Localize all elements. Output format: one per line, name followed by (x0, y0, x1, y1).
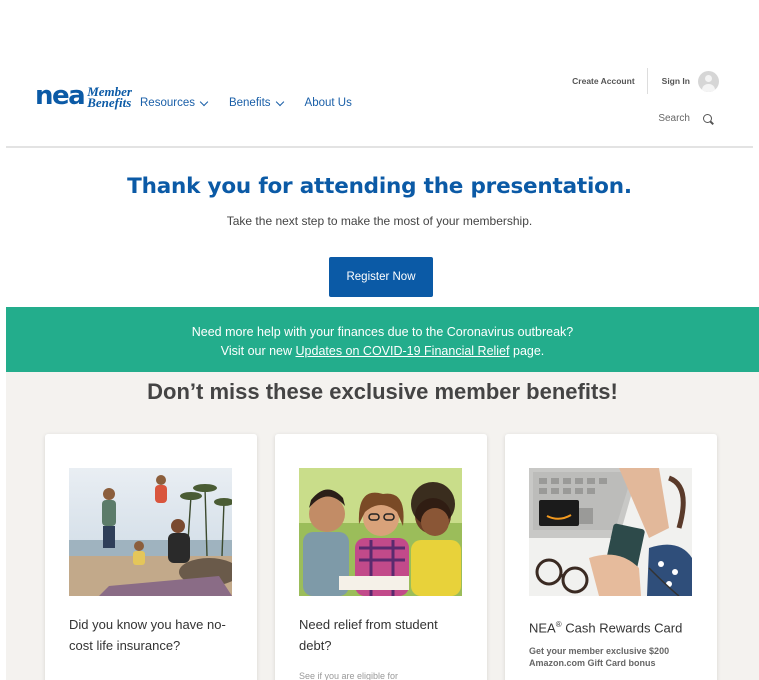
search-label[interactable]: Search (658, 113, 690, 124)
register-now-button[interactable]: Register Now (329, 257, 433, 297)
utility-divider (646, 68, 648, 94)
benefit-card-student-debt[interactable]: Need relief from student debt? See if yo… (275, 434, 487, 680)
card-student-debt-subtitle: See if you are eligible for (299, 671, 399, 680)
card-cash-rewards-title: NEA® Cash Rewards Card (529, 614, 699, 638)
students-laughing-image (299, 468, 462, 596)
covid-banner: Need more help with your finances due to… (6, 307, 759, 372)
logo-line-2: Benefits (87, 95, 132, 110)
benefits-section: Don’t miss these exclusive member benefi… (6, 372, 759, 680)
nav-resources-label: Resources (140, 97, 195, 109)
user-avatar-icon[interactable] (698, 70, 719, 92)
search-control[interactable]: Search (658, 113, 713, 124)
sign-in-link[interactable]: Sign In (662, 76, 690, 86)
nav-resources[interactable]: Resources (140, 97, 209, 109)
laptop-credit-card-image (529, 468, 692, 596)
benefit-card-life-insurance[interactable]: Did you know you have no-cost life insur… (45, 434, 257, 680)
nav-about-us-label: About Us (304, 97, 352, 109)
banner-line-2-suffix: page. (509, 344, 545, 358)
card-student-debt-title: Need relief from student debt? (299, 617, 438, 653)
nav-benefits[interactable]: Benefits (228, 97, 284, 109)
logo-nea-text: nea (35, 81, 86, 111)
card-cash-rewards-subtitle: Get your member exclusive $200 Amazon.co… (529, 646, 670, 668)
chevron-down-icon (199, 97, 209, 106)
chevron-down-icon (275, 97, 284, 106)
create-account-link[interactable]: Create Account (572, 76, 635, 86)
header-divider (6, 146, 753, 148)
banner-line-2-prefix: Visit our new (220, 344, 296, 358)
utility-nav: Create Account Sign In (572, 68, 719, 94)
page-title: Thank you for attending the presentation… (127, 174, 632, 199)
banner-line-2: Visit our new Updates on COVID-19 Financ… (6, 342, 759, 361)
nea-member-benefits-logo[interactable]: nea Member Benefits (35, 81, 132, 111)
logo-member-benefits-text: Member Benefits (87, 85, 132, 110)
benefit-card-cash-rewards[interactable]: NEA® Cash Rewards Card Get your member e… (505, 434, 717, 680)
nav-benefits-label: Benefits (228, 97, 271, 109)
nav-about-us[interactable]: About Us (305, 97, 352, 109)
main-nav: Resources Benefits About Us (140, 97, 352, 109)
family-beach-image (69, 468, 232, 596)
banner-line-1: Need more help with your finances due to… (191, 325, 574, 339)
benefits-heading: Don’t miss these exclusive member benefi… (147, 379, 618, 404)
search-icon[interactable] (703, 113, 713, 124)
hero-subtitle: Take the next step to make the most of y… (226, 214, 533, 228)
card-life-insurance-title: Did you know you have no-cost life insur… (69, 617, 226, 653)
site-header: nea Member Benefits Resources Benefits A… (0, 0, 759, 148)
card-cash-rewards-title-rest: Cash Rewards Card (561, 620, 683, 636)
covid-relief-link[interactable]: Updates on COVID-19 Financial Relief (296, 344, 510, 358)
card-cash-rewards-title-brand: NEA (529, 620, 556, 636)
